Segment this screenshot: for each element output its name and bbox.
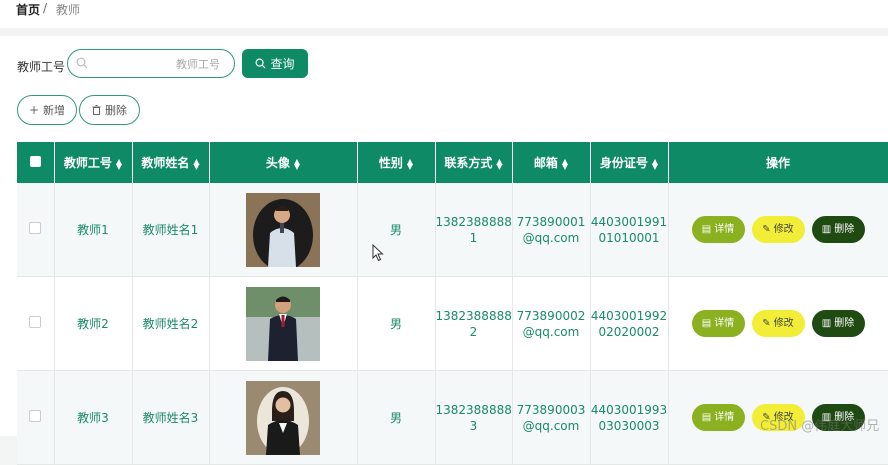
breadcrumb-separator: / xyxy=(43,1,48,15)
add-button[interactable]: + 新增 xyxy=(17,95,77,125)
plus-icon: + xyxy=(28,103,40,117)
add-button-label: 新增 xyxy=(43,104,66,117)
phone-cell: 1382388888 3 xyxy=(435,370,513,465)
avatar-cell xyxy=(209,370,358,465)
teacher-id-cell: 教师2 xyxy=(54,276,133,371)
sort-icon[interactable]: ▲ ▼ xyxy=(407,157,413,170)
header-gender[interactable]: 性别 ▲ ▼ xyxy=(357,142,436,183)
delete-button[interactable]: ▥ 删除 xyxy=(811,310,865,337)
header-avatar[interactable]: 头像 ▲ ▼ xyxy=(209,142,358,183)
sort-icon[interactable]: ▲ ▼ xyxy=(562,157,568,170)
row-checkbox[interactable] xyxy=(29,221,42,234)
bulk-delete-button[interactable]: 删除 xyxy=(79,95,140,125)
avatar-cell xyxy=(209,276,358,371)
breadcrumb-current: 教师 xyxy=(56,3,81,17)
sort-icon[interactable]: ▲ ▼ xyxy=(496,157,502,170)
idcard-cell: 4403001993 03030003 xyxy=(590,370,669,465)
pencil-icon: ✎ xyxy=(762,223,771,235)
avatar xyxy=(246,192,320,267)
table-row: 教师2 教师姓名2 男 1382388888 2 773890002 @qq.c… xyxy=(17,276,888,371)
pencil-icon: ✎ xyxy=(762,317,771,329)
watermark: CSDN @伟庭大师兄 xyxy=(760,419,880,434)
table-row: 教师1 教师姓名1 男 1382388888 1 773890001 @qq.c… xyxy=(17,183,888,277)
sort-icon[interactable]: ▲ ▼ xyxy=(193,157,199,170)
teacher-table: 教师工号 ▲ ▼ 教师姓名 ▲ ▼ 头像 ▲ ▼ 性别 ▲ ▼ 联系方式 ▲ ▼ 邮箱 ▲ ▼ 身份证号… xyxy=(17,142,888,465)
row-select-cell xyxy=(17,276,55,371)
idcard-cell: 4403001992 02020002 xyxy=(590,276,669,371)
mouse-cursor-icon xyxy=(372,244,384,262)
search-field[interactable] xyxy=(67,49,235,78)
avatar-cell xyxy=(209,183,358,277)
header-teacher-name[interactable]: 教师姓名 ▲ ▼ xyxy=(132,142,210,183)
header-email[interactable]: 邮箱 ▲ ▼ xyxy=(512,142,591,183)
operations-cell: ▤ 详情 ✎ 修改 ▥ 删除 xyxy=(668,276,888,371)
email-cell: 773890003 @qq.com xyxy=(512,370,591,465)
header-phone[interactable]: 联系方式 ▲ ▼ xyxy=(435,142,513,183)
gender-cell: 男 xyxy=(357,183,436,277)
trash-icon: ▥ xyxy=(821,223,832,235)
trash-icon xyxy=(92,105,101,115)
sort-icon[interactable]: ▲ ▼ xyxy=(116,157,122,170)
breadcrumb-home[interactable]: 首页 xyxy=(16,1,40,18)
main-content: 教师工号 查询 + 新增 删除 教师工号▲▼ 教师姓名▲▼ 头像▲▼ 性别▲▼ … xyxy=(0,36,888,465)
avatar xyxy=(246,286,320,361)
table-row: 教师3 教师姓名3 男 1382388888 3 773890003 @qq.c… xyxy=(17,370,888,465)
detail-button[interactable]: ▤ 详情 xyxy=(691,310,745,337)
query-button[interactable]: 查询 xyxy=(242,49,308,78)
operations-cell: ▤ 详情 ✎ 修改 ▥ 删除 xyxy=(668,183,888,277)
header-teacher-id[interactable]: 教师工号 ▲ ▼ xyxy=(54,142,133,183)
select-all-header xyxy=(17,142,55,183)
row-select-cell xyxy=(17,183,55,277)
phone-cell: 1382388888 1 xyxy=(435,183,513,277)
gender-cell: 男 xyxy=(357,276,436,371)
detail-button[interactable]: ▤ 详情 xyxy=(691,404,745,431)
delete-button[interactable]: ▥ 删除 xyxy=(811,216,865,243)
document-icon: ▤ xyxy=(701,223,712,235)
idcard-cell: 4403001991 01010001 xyxy=(590,183,669,277)
row-checkbox[interactable] xyxy=(29,409,42,422)
email-cell: 773890002 @qq.com xyxy=(512,276,591,371)
teacher-name-cell: 教师姓名2 xyxy=(132,276,210,371)
avatar xyxy=(246,380,320,455)
teacher-id-cell: 教师1 xyxy=(54,183,133,277)
teacher-name-cell: 教师姓名1 xyxy=(132,183,210,277)
edit-button[interactable]: ✎ 修改 xyxy=(751,310,805,337)
sort-icon[interactable]: ▲ ▼ xyxy=(652,157,658,170)
header-operations: 操作 xyxy=(668,142,888,183)
document-icon: ▤ xyxy=(701,411,712,423)
query-button-label: 查询 xyxy=(270,57,295,71)
row-checkbox[interactable] xyxy=(29,315,42,328)
document-icon: ▤ xyxy=(701,317,712,329)
search-icon xyxy=(255,58,266,69)
bulk-delete-label: 删除 xyxy=(105,104,127,117)
search-input[interactable] xyxy=(94,54,222,74)
gender-cell: 男 xyxy=(357,370,436,465)
search-label: 教师工号 xyxy=(17,60,66,74)
teacher-id-cell: 教师3 xyxy=(54,370,133,465)
row-select-cell xyxy=(17,370,55,465)
sort-icon[interactable]: ▲ ▼ xyxy=(294,157,300,170)
teacher-name-cell: 教师姓名3 xyxy=(132,370,210,465)
breadcrumb: 首页 / 教师 xyxy=(0,0,888,28)
search-icon xyxy=(76,57,88,69)
email-cell: 773890001 @qq.com xyxy=(512,183,591,277)
edit-button[interactable]: ✎ 修改 xyxy=(751,216,805,243)
trash-icon: ▥ xyxy=(821,317,832,329)
detail-button[interactable]: ▤ 详情 xyxy=(691,216,745,243)
phone-cell: 1382388888 2 xyxy=(435,276,513,371)
select-all-checkbox[interactable] xyxy=(29,155,41,167)
header-idcard[interactable]: 身份证号 ▲ ▼ xyxy=(590,142,669,183)
table-header-row: 教师工号 ▲ ▼ 教师姓名 ▲ ▼ 头像 ▲ ▼ 性别 ▲ ▼ 联系方式 ▲ ▼ 邮箱 ▲ ▼ 身份证号… xyxy=(17,142,888,183)
